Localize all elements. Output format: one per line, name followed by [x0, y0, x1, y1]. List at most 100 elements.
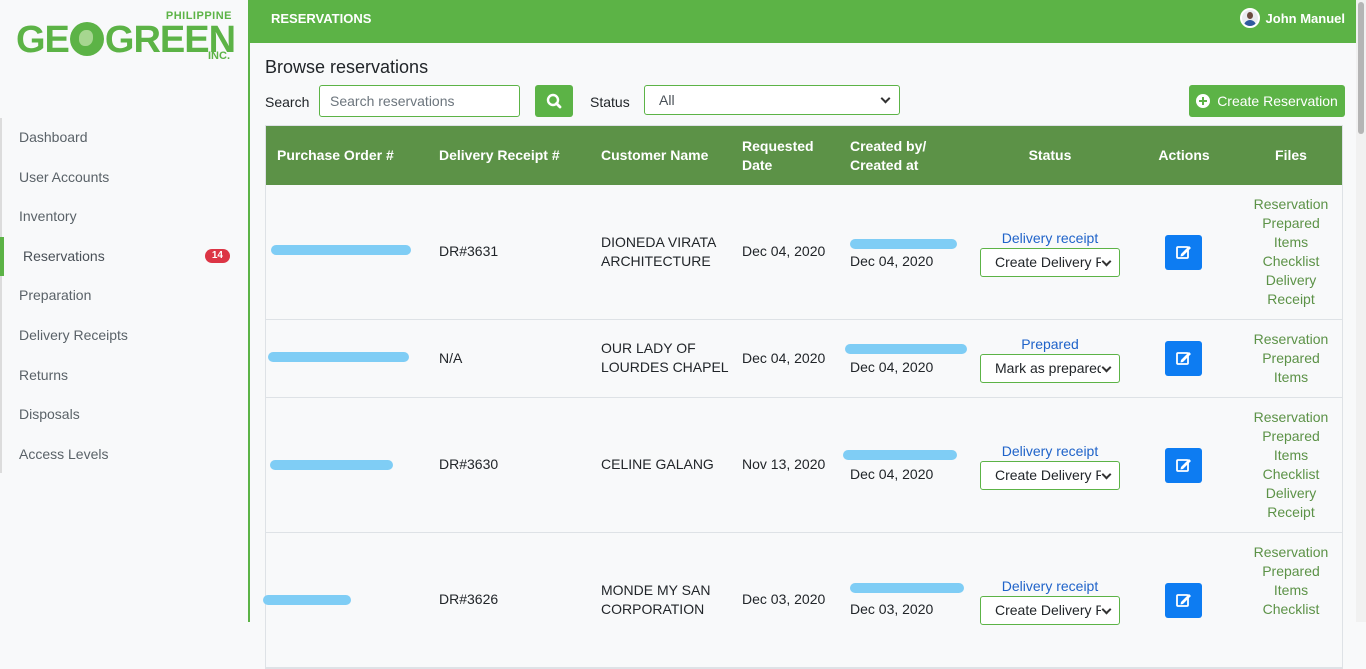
create-reservation-label: Create Reservation: [1217, 93, 1338, 109]
delivery-receipt-number: DR#3626: [439, 591, 499, 607]
status-link[interactable]: Prepared: [980, 335, 1120, 353]
create-reservation-button[interactable]: Create Reservation: [1189, 85, 1345, 117]
sidebar-item-disposals[interactable]: Disposals: [2, 395, 248, 435]
status-filter-label: Status: [590, 94, 630, 110]
edit-icon: [1176, 459, 1191, 472]
file-link[interactable]: Items: [1241, 233, 1341, 252]
page-section-title: RESERVATIONS: [271, 11, 372, 26]
file-links: Reservation Prepared Items Checklist: [1241, 543, 1341, 619]
sidebar-nav: Dashboard User Accounts Inventory Reserv…: [0, 118, 248, 473]
search-icon: [546, 93, 562, 109]
file-link[interactable]: Prepared: [1241, 349, 1341, 368]
edit-icon: [1176, 352, 1191, 365]
chevron-down-icon: [1101, 256, 1112, 267]
file-links: Reservation Prepared Items Checklist Del…: [1241, 195, 1341, 309]
sidebar-item-label: Inventory: [19, 208, 77, 225]
edit-button[interactable]: [1165, 341, 1202, 376]
table-row: DR#3630 CELINE GALANG Nov 13, 2020 Dec 0…: [266, 398, 1342, 533]
user-menu[interactable]: John Manuel: [1239, 8, 1345, 28]
customer-name: DIONEDA VIRATA ARCHITECTURE: [601, 233, 716, 271]
file-link[interactable]: Checklist: [1241, 600, 1341, 619]
sidebar-item-delivery-receipts[interactable]: Delivery Receipts: [2, 316, 248, 356]
created-at-date: Dec 03, 2020: [850, 601, 934, 617]
file-link[interactable]: Delivery: [1241, 271, 1341, 290]
file-link[interactable]: Reservation: [1241, 195, 1341, 214]
header-delivery-receipt[interactable]: Delivery Receipt #: [439, 126, 560, 185]
sidebar-item-returns[interactable]: Returns: [2, 356, 248, 396]
file-link[interactable]: Checklist: [1241, 252, 1341, 271]
search-input[interactable]: [319, 85, 520, 117]
redacted-purchase-order: [268, 352, 409, 362]
sidebar-item-inventory[interactable]: Inventory: [2, 197, 248, 237]
scrollbar-thumb[interactable]: [1358, 2, 1364, 134]
file-link[interactable]: Delivery: [1241, 484, 1341, 503]
file-link[interactable]: Receipt: [1241, 290, 1341, 309]
file-link[interactable]: Items: [1241, 446, 1341, 465]
table-row: DR#3631 DIONEDA VIRATA ARCHITECTURE Dec 0…: [266, 185, 1342, 320]
header-status[interactable]: Status: [980, 126, 1120, 185]
sidebar-item-access-levels[interactable]: Access Levels: [2, 435, 248, 475]
file-link[interactable]: Items: [1241, 581, 1341, 600]
edit-button[interactable]: [1165, 448, 1202, 483]
redacted-created-by: [850, 583, 964, 593]
file-link[interactable]: Reservation: [1241, 330, 1341, 349]
delivery-receipt-number: DR#3630: [439, 456, 499, 472]
sidebar-item-user-accounts[interactable]: User Accounts: [2, 158, 248, 198]
file-link[interactable]: Prepared: [1241, 427, 1341, 446]
header-created-line2: Created at: [850, 156, 919, 173]
status-action-value: Create Delivery R: [995, 254, 1101, 270]
status-action-select[interactable]: Mark as prepared: [980, 354, 1120, 383]
sidebar: PHILIPPINE GE GREEN INC. Dashboard User A…: [0, 0, 250, 622]
search-label: Search: [265, 94, 310, 110]
created-at-date: Dec 04, 2020: [850, 253, 934, 269]
created-at-date: Dec 04, 2020: [850, 466, 934, 482]
customer-name-line1: MONDE MY SAN: [601, 582, 711, 598]
plus-circle-icon: [1196, 94, 1211, 108]
created-at-date: Dec 04, 2020: [850, 359, 934, 375]
customer-name-line1: OUR LADY OF: [601, 340, 696, 356]
search-button[interactable]: [535, 85, 573, 117]
file-link[interactable]: Prepared: [1241, 562, 1341, 581]
edit-button[interactable]: [1165, 583, 1202, 618]
table-row: N/A OUR LADY OF LOURDES CHAPEL Dec 04, 20…: [266, 320, 1342, 398]
top-bar: RESERVATIONS John Manuel: [250, 0, 1356, 43]
status-action-select[interactable]: Create Delivery R: [980, 248, 1120, 277]
file-link[interactable]: Reservation: [1241, 543, 1341, 562]
file-link[interactable]: Prepared: [1241, 214, 1341, 233]
sidebar-item-label: Returns: [19, 366, 69, 383]
status-action-select[interactable]: Create Delivery R: [980, 596, 1120, 625]
sidebar-item-label: User Accounts: [19, 168, 110, 185]
globe-icon: [69, 22, 104, 56]
redacted-purchase-order: [263, 595, 351, 605]
requested-date: Nov 13, 2020: [742, 456, 826, 472]
sidebar-item-preparation[interactable]: Preparation: [2, 276, 248, 316]
avatar: [1239, 8, 1260, 28]
header-customer-name[interactable]: Customer Name: [601, 126, 708, 185]
file-link[interactable]: Receipt: [1241, 503, 1341, 522]
company-logo[interactable]: PHILIPPINE GE GREEN INC.: [16, 10, 236, 66]
status-filter-select[interactable]: All: [644, 85, 900, 115]
edit-button[interactable]: [1165, 235, 1202, 270]
header-requested-date[interactable]: Requested Date: [742, 126, 814, 185]
sidebar-item-label: Disposals: [19, 406, 80, 423]
logo-text-a: GE: [16, 19, 70, 61]
requested-date: Dec 04, 2020: [742, 350, 826, 366]
status-action-select[interactable]: Create Delivery R: [980, 461, 1120, 490]
file-link[interactable]: Reservation: [1241, 408, 1341, 427]
customer-name-line1: CELINE GALANG: [601, 456, 714, 472]
header-purchase-order[interactable]: Purchase Order #: [277, 126, 394, 185]
header-created[interactable]: Created by/Created at: [850, 126, 926, 185]
customer-name-line1: DIONEDA VIRATA: [601, 234, 717, 250]
sidebar-item-label: Reservations: [23, 247, 105, 264]
sidebar-item-reservations[interactable]: Reservations 14: [0, 236, 248, 277]
file-links: Reservation Prepared Items Checklist Del…: [1241, 408, 1341, 522]
delivery-receipt-number: N/A: [439, 350, 463, 366]
file-link[interactable]: Items: [1241, 368, 1341, 387]
requested-date: Dec 03, 2020: [742, 591, 826, 607]
file-link[interactable]: Checklist: [1241, 465, 1341, 484]
page-scrollbar[interactable]: [1356, 0, 1366, 622]
delivery-receipt-number: DR#3631: [439, 243, 499, 259]
redacted-created-by: [850, 239, 957, 249]
sidebar-item-label: Delivery Receipts: [19, 326, 128, 343]
sidebar-item-dashboard[interactable]: Dashboard: [2, 118, 248, 158]
